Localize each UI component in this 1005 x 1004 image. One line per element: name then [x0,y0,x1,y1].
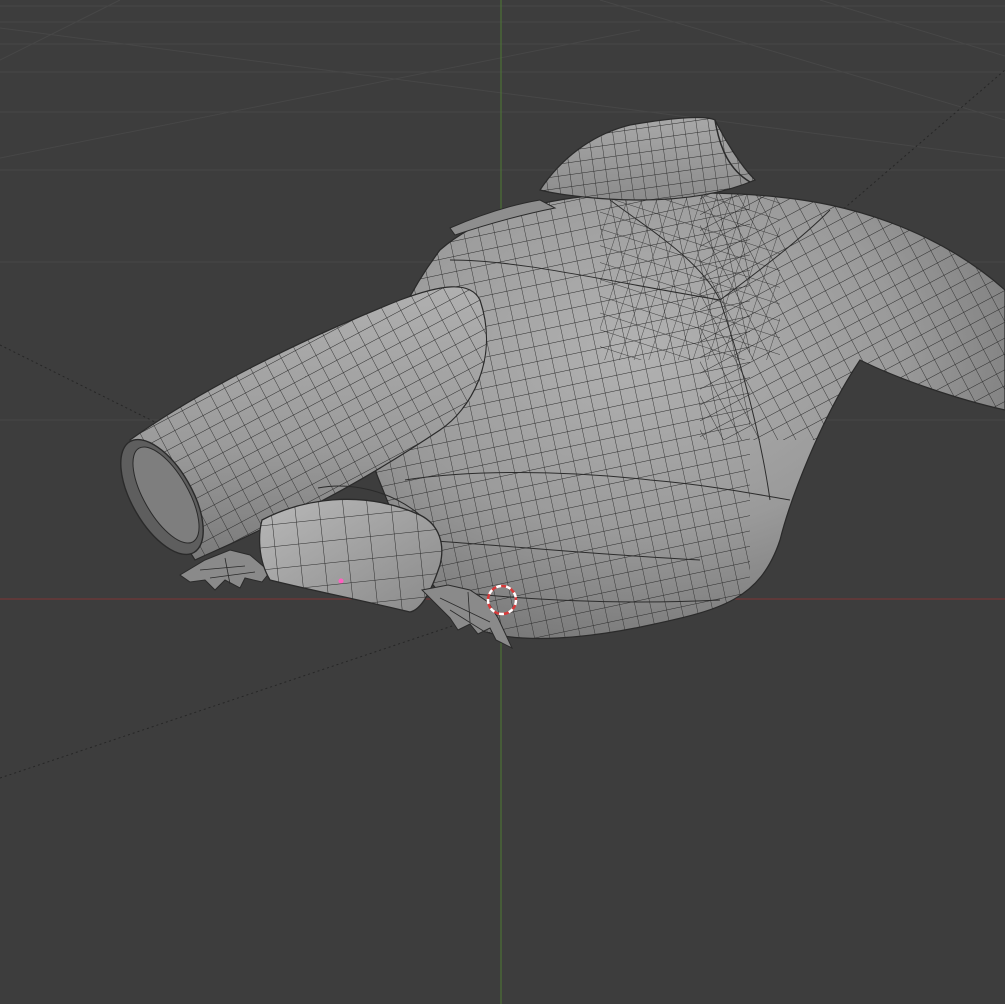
viewport-canvas[interactable] [0,0,1005,1004]
selected-vertex[interactable] [338,578,344,584]
3d-viewport[interactable] [0,0,1005,1004]
